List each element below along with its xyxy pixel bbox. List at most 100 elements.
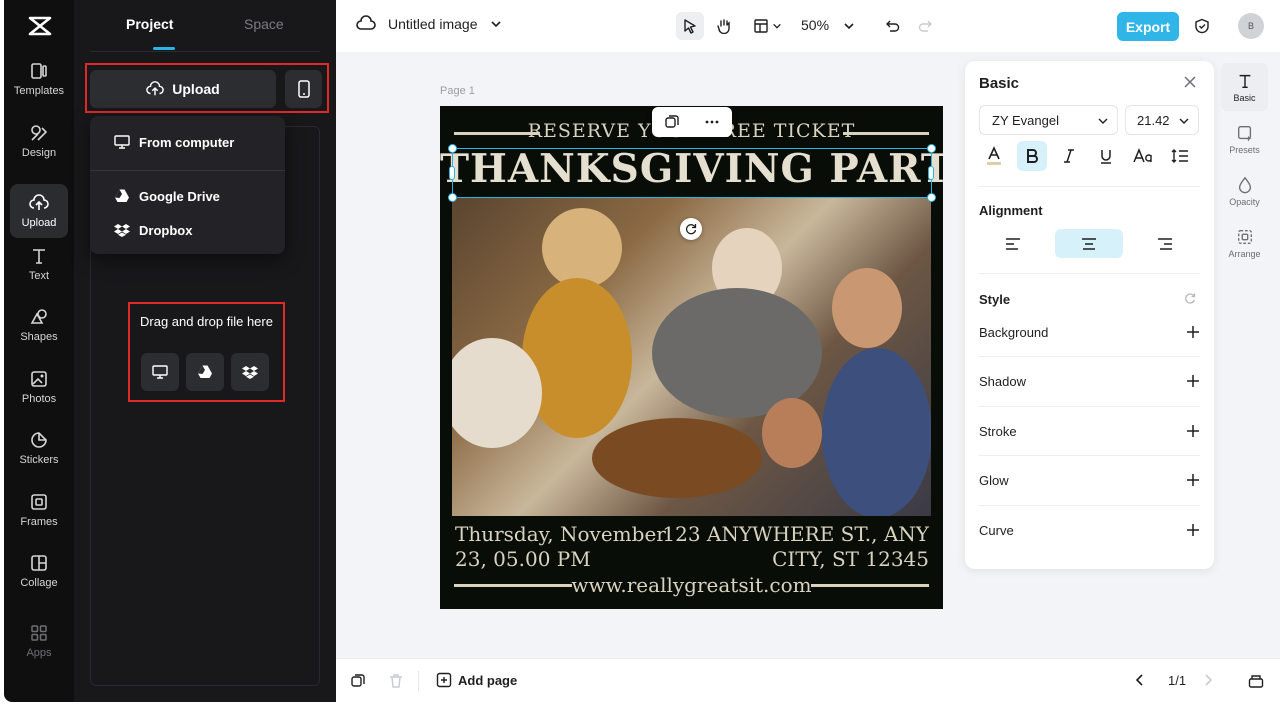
reset-icon[interactable] (1183, 292, 1197, 306)
rrail-item-arrange[interactable]: Arrange (1221, 219, 1268, 267)
google-drive-icon (115, 189, 129, 202)
style-row-glow[interactable]: Glow (979, 470, 1200, 490)
chevron-down-icon (1179, 118, 1189, 124)
family-dinner-photo[interactable] (452, 198, 931, 516)
rrail-item-opacity[interactable]: Opacity (1221, 167, 1268, 215)
right-rail: Basic Presets Opacity Arrange (1221, 61, 1270, 271)
rail-item-stickers[interactable]: Stickers (10, 421, 68, 475)
zoom-dropdown[interactable] (838, 12, 860, 40)
text-icon (33, 249, 45, 264)
underline-button[interactable] (1091, 141, 1121, 171)
document-title[interactable]: Untitled image (356, 14, 502, 34)
rail-label: Upload (21, 217, 57, 229)
align-right-button[interactable] (1131, 229, 1199, 258)
rail-item-collage[interactable]: Collage (10, 544, 68, 598)
align-center-button[interactable] (1055, 229, 1123, 258)
drop-computer-button[interactable] (141, 353, 179, 391)
layout-menu[interactable] (748, 12, 786, 40)
rail-item-frames[interactable]: Frames (10, 483, 68, 537)
top-bar: Untitled image 50% Export B (336, 0, 1280, 52)
event-address[interactable]: 123 ANYWHERE ST., ANY CITY, ST 12345 (662, 522, 929, 572)
date-line: Thursday, November (455, 522, 666, 546)
export-button[interactable]: Export (1117, 12, 1179, 41)
shield-button[interactable] (1190, 12, 1214, 40)
rail-item-apps[interactable]: Apps (10, 614, 68, 668)
style-row-shadow[interactable]: Shadow (979, 371, 1200, 391)
font-size-select[interactable]: 21.42 (1125, 105, 1199, 135)
rotate-handle[interactable] (680, 218, 702, 240)
layout-icon (753, 19, 768, 33)
phone-icon (297, 80, 310, 98)
hand-icon (717, 19, 730, 34)
line-spacing-button[interactable] (1165, 141, 1195, 171)
close-icon[interactable] (1183, 75, 1197, 89)
tab-space[interactable]: Space (244, 16, 284, 32)
rrail-item-basic[interactable]: Basic (1221, 63, 1268, 111)
plus-icon[interactable] (1186, 473, 1200, 487)
divider (979, 455, 1200, 456)
select-tool[interactable] (676, 12, 704, 40)
rrail-label: Opacity (1229, 196, 1260, 207)
drop-google-drive-button[interactable] (186, 353, 224, 391)
resize-handle[interactable] (927, 193, 936, 202)
rail-item-shapes[interactable]: Shapes (10, 298, 68, 352)
menu-item-label: Google Drive (139, 188, 220, 204)
style-row-background[interactable]: Background (979, 322, 1200, 342)
case-button[interactable] (1128, 141, 1158, 171)
rail-item-design[interactable]: Design (10, 114, 68, 168)
phone-upload-button[interactable] (285, 70, 322, 108)
font-family-select[interactable]: ZY Evangel (979, 105, 1118, 135)
plus-icon[interactable] (1186, 374, 1200, 388)
website-text[interactable]: www.reallygreatsit.com (440, 573, 943, 597)
side-handle[interactable] (449, 166, 455, 180)
plus-icon[interactable] (1186, 424, 1200, 438)
undo-button[interactable] (880, 12, 904, 40)
plus-icon[interactable] (1186, 523, 1200, 537)
chevron-right-icon[interactable] (1202, 673, 1214, 687)
duplicate-page-icon[interactable] (350, 673, 366, 689)
hand-tool[interactable] (710, 12, 738, 40)
selection-box[interactable] (452, 148, 932, 198)
text-color-button[interactable] (979, 141, 1009, 171)
user-avatar[interactable]: B (1238, 13, 1264, 39)
resize-handle[interactable] (927, 144, 936, 153)
style-row-curve[interactable]: Curve (979, 520, 1200, 540)
rail-item-photos[interactable]: Photos (10, 360, 68, 414)
event-date[interactable]: Thursday, November 23, 05.00 PM (455, 522, 666, 572)
tab-project[interactable]: Project (126, 16, 173, 32)
resize-handle[interactable] (448, 144, 457, 153)
resize-handle[interactable] (448, 193, 457, 202)
delete-page-icon[interactable] (388, 673, 404, 689)
menu-item-google-drive[interactable]: Google Drive (114, 188, 220, 204)
chevron-left-icon[interactable] (1134, 673, 1146, 687)
redo-button[interactable] (914, 12, 938, 40)
plus-icon[interactable] (1186, 325, 1200, 339)
drop-dropbox-button[interactable] (231, 353, 269, 391)
capcut-logo-icon[interactable] (26, 12, 54, 40)
more-icon[interactable] (704, 114, 720, 130)
italic-button[interactable] (1054, 141, 1084, 171)
style-row-stroke[interactable]: Stroke (979, 421, 1200, 441)
stickers-icon (31, 432, 47, 448)
add-page-button[interactable]: Add page (436, 672, 517, 688)
align-left-button[interactable] (979, 229, 1047, 258)
bold-button[interactable] (1017, 141, 1047, 171)
cloud-save-icon (356, 15, 376, 30)
rrail-item-presets[interactable]: Presets (1221, 115, 1268, 163)
side-handle[interactable] (928, 166, 934, 180)
upload-button[interactable]: Upload (90, 70, 276, 108)
zoom-level[interactable]: 50% (801, 17, 829, 33)
menu-item-dropbox[interactable]: Dropbox (114, 222, 192, 238)
chevron-down-icon (1098, 118, 1108, 124)
rail-item-templates[interactable]: Templates (10, 52, 68, 106)
style-row-label: Shadow (979, 373, 1026, 389)
style-label: Style (979, 292, 1011, 307)
rail-label: Design (21, 147, 57, 159)
page-manager-icon[interactable] (1248, 673, 1264, 689)
cloud-upload-icon (146, 81, 165, 96)
rail-item-upload[interactable]: Upload (10, 184, 68, 238)
rail-item-text[interactable]: Text (10, 237, 68, 291)
duplicate-icon[interactable] (664, 114, 680, 130)
frames-icon (31, 494, 47, 510)
menu-item-from-computer[interactable]: From computer (114, 134, 234, 150)
